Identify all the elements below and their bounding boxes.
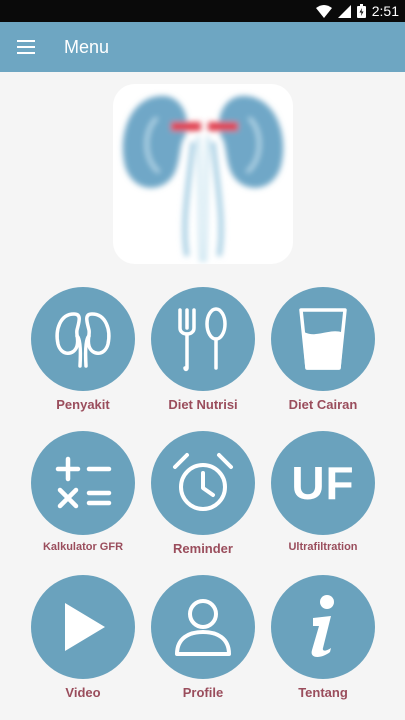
fork-spoon-icon — [151, 287, 255, 391]
uf-icon-text: UF — [291, 457, 355, 509]
info-icon — [271, 575, 375, 679]
status-bar: 2:51 — [0, 0, 405, 22]
battery-icon — [356, 4, 366, 18]
hamburger-menu-button[interactable] — [0, 22, 50, 72]
menu-label: Ultrafiltration — [288, 541, 358, 553]
menu-tile-tentang[interactable]: Tentang — [263, 575, 383, 700]
calculator-icon — [31, 431, 135, 535]
play-icon — [31, 575, 135, 679]
kidney-icon — [31, 287, 135, 391]
menu-label: Tentang — [298, 685, 348, 700]
alarm-clock-icon — [151, 431, 255, 535]
menu-tile-profile[interactable]: Profile — [143, 575, 263, 700]
menu-label: Penyakit — [56, 397, 110, 412]
menu-tile-diet-nutrisi[interactable]: Diet Nutrisi — [143, 287, 263, 412]
status-time: 2:51 — [371, 3, 399, 19]
menu-tile-ultrafiltration[interactable]: UF Ultrafiltration — [263, 431, 383, 553]
menu-tile-penyakit[interactable]: Penyakit — [23, 287, 143, 412]
menu-tile-video[interactable]: Video — [23, 575, 143, 700]
menu-label: Reminder — [173, 541, 233, 556]
menu-label: Diet Cairan — [288, 397, 358, 412]
kidney-banner-image — [113, 84, 293, 264]
menu-label: Profile — [182, 685, 224, 700]
uf-icon: UF — [271, 431, 375, 535]
hamburger-icon — [17, 40, 35, 54]
menu-tile-diet-cairan[interactable]: Diet Cairan — [263, 287, 383, 412]
page-title: Menu — [64, 36, 110, 57]
menu-label: Video — [65, 685, 101, 700]
menu-label: Diet Nutrisi — [168, 397, 238, 412]
wifi-icon — [315, 4, 332, 18]
menu-tile-kalkulator-gfr[interactable]: Kalkulator GFR — [23, 431, 143, 553]
profile-icon — [151, 575, 255, 679]
signal-icon — [337, 4, 351, 18]
app-bar: Menu — [0, 22, 405, 72]
glass-water-icon — [271, 287, 375, 391]
menu-label: Kalkulator GFR — [42, 541, 124, 553]
menu-tile-reminder[interactable]: Reminder — [143, 431, 263, 556]
